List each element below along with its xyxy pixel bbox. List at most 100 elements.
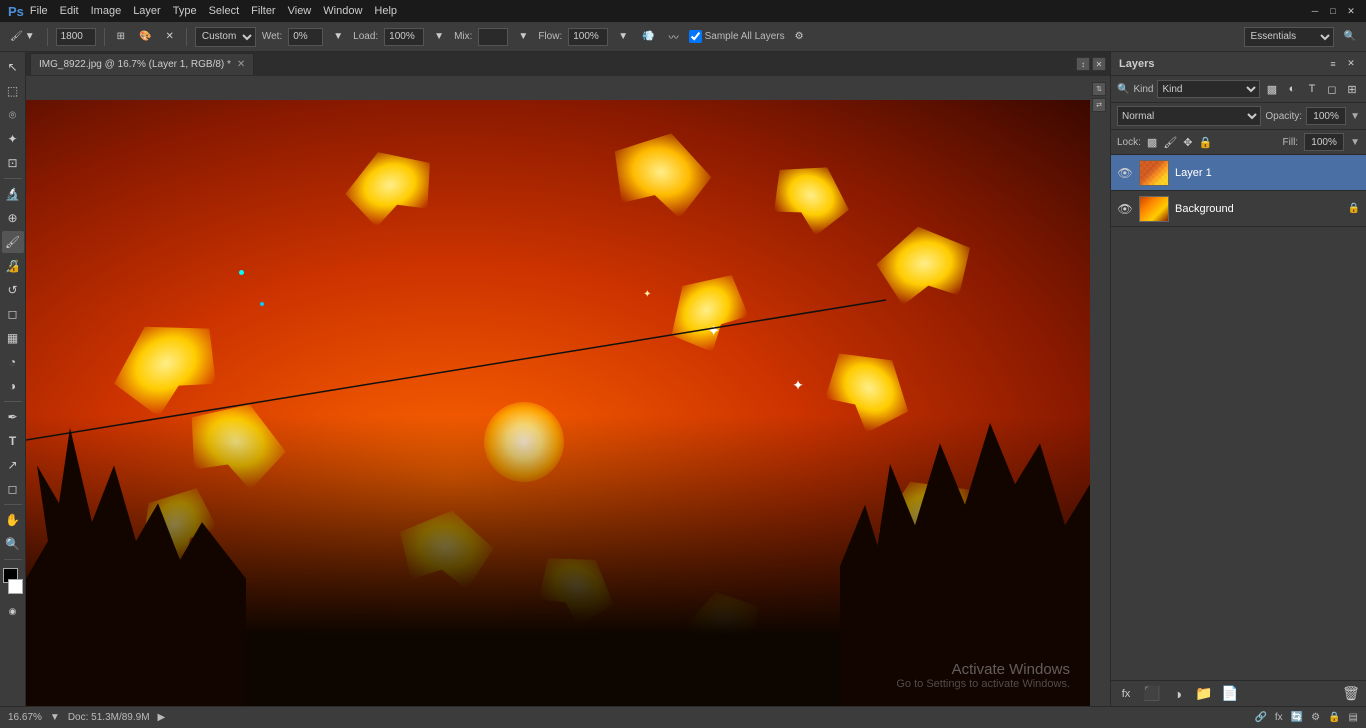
document-tab[interactable]: IMG_8922.jpg @ 16.7% (Layer 1, RGB/8) * … — [30, 53, 254, 75]
layers-panel-title: Layers — [1119, 58, 1154, 70]
new-layer-button[interactable]: 📄 — [1221, 685, 1239, 702]
clone-stamp-tool[interactable]: 🔏 — [2, 255, 24, 277]
history-brush-tool[interactable]: ↺ — [2, 279, 24, 301]
status-icon2[interactable]: fx — [1275, 712, 1283, 723]
sample-all-label[interactable]: Sample All Layers — [689, 30, 785, 43]
tool-preset-picker[interactable]: 🖌 ▼ — [6, 29, 39, 44]
shape-tool[interactable]: ◻ — [2, 478, 24, 500]
opacity-dropdown[interactable]: ▼ — [1350, 111, 1360, 122]
workspace-select[interactable]: Essentials — [1244, 27, 1334, 47]
fill-input[interactable] — [1304, 133, 1344, 151]
hand-tool[interactable]: ✋ — [2, 509, 24, 531]
arrange-btn2[interactable]: ⇄ — [1092, 98, 1106, 112]
brush-settings-btn[interactable]: ⚙ — [791, 29, 808, 44]
layers-collapse-btn[interactable]: ≡ — [1326, 57, 1340, 71]
pen-tool[interactable]: ✒ — [2, 406, 24, 428]
layer-item-background[interactable]: 👁 Background 🔒 — [1111, 191, 1366, 227]
fx-button[interactable]: fx — [1117, 688, 1135, 700]
flow-dropdown[interactable]: ▼ — [614, 29, 632, 44]
menu-type[interactable]: Type — [173, 5, 197, 17]
wet-dropdown[interactable]: ▼ — [329, 29, 347, 44]
brush-tool[interactable]: 🖌 — [2, 231, 24, 253]
sample-all-checkbox[interactable] — [689, 30, 702, 43]
opacity-input[interactable] — [1306, 107, 1346, 125]
blur-tool[interactable]: ◔ — [2, 351, 24, 373]
shape-filter-btn[interactable]: ◻ — [1324, 81, 1340, 97]
fill-dropdown[interactable]: ▼ — [1350, 137, 1360, 148]
adjustment-layer-button[interactable]: ◑ — [1169, 686, 1187, 702]
gradient-tool[interactable]: ▦ — [2, 327, 24, 349]
status-icon4[interactable]: ⚙ — [1311, 712, 1320, 723]
blend-mode-select[interactable]: Normal — [1117, 106, 1261, 126]
brush-options-btn[interactable]: ⊞ — [113, 29, 129, 44]
zoom-dropdown[interactable]: ▼ — [50, 712, 60, 723]
lock-position-btn[interactable]: ✥ — [1183, 136, 1192, 149]
wet-input[interactable] — [288, 28, 323, 46]
layers-close-btn[interactable]: ✕ — [1344, 57, 1358, 71]
brush-size-input[interactable] — [56, 28, 96, 46]
smooth-btn[interactable]: 〰 — [665, 27, 683, 46]
adjust-filter-btn[interactable]: ◐ — [1284, 81, 1300, 97]
filter-icon: 🔍 — [1117, 84, 1129, 95]
menu-layer[interactable]: Layer — [133, 5, 161, 17]
eraser-tool[interactable]: ◻ — [2, 303, 24, 325]
menu-image[interactable]: Image — [91, 5, 122, 17]
menu-window[interactable]: Window — [323, 5, 362, 17]
pixel-filter-btn[interactable]: ▩ — [1264, 81, 1280, 97]
status-icon6[interactable]: ▤ — [1349, 712, 1358, 723]
lasso-tool[interactable]: ⌾ — [2, 104, 24, 126]
status-arrow[interactable]: ▶ — [158, 712, 166, 723]
close-button[interactable]: ✕ — [1344, 4, 1358, 18]
status-icon1[interactable]: 🔗 — [1254, 712, 1266, 723]
airbrush-btn[interactable]: 💨 — [638, 29, 658, 44]
load-input[interactable] — [384, 28, 424, 46]
menu-select[interactable]: Select — [209, 5, 240, 17]
type-filter-btn[interactable]: T — [1304, 81, 1320, 97]
arrange-btn1[interactable]: ⇅ — [1092, 82, 1106, 96]
minimize-button[interactable]: ─ — [1308, 4, 1322, 18]
lock-all-btn[interactable]: 🔒 — [1199, 136, 1213, 149]
delete-layer-button[interactable]: 🗑 — [1342, 685, 1360, 702]
status-icon5[interactable]: 🔒 — [1328, 712, 1340, 723]
lock-transparent-btn[interactable]: ▩ — [1147, 136, 1157, 149]
add-mask-button[interactable]: ⬛ — [1143, 685, 1161, 702]
close-panel-button[interactable]: ✕ — [1092, 57, 1106, 71]
menu-view[interactable]: View — [288, 5, 312, 17]
color-swatches[interactable] — [2, 568, 24, 594]
layer-item-layer1[interactable]: 👁 Layer 1 — [1111, 155, 1366, 191]
quick-select-tool[interactable]: ✦ — [2, 128, 24, 150]
kind-dropdown[interactable]: Kind — [1157, 80, 1260, 98]
type-tool[interactable]: T — [2, 430, 24, 452]
menu-edit[interactable]: Edit — [60, 5, 79, 17]
brush-cancel-btn[interactable]: ✕ — [161, 29, 177, 44]
mix-input[interactable] — [478, 28, 508, 46]
maximize-button[interactable]: □ — [1326, 4, 1340, 18]
move-tool[interactable]: ↖ — [2, 56, 24, 78]
load-dropdown[interactable]: ▼ — [430, 29, 448, 44]
dodge-tool[interactable]: ◑ — [2, 375, 24, 397]
menu-file[interactable]: File — [30, 5, 48, 17]
mix-dropdown[interactable]: ▼ — [514, 29, 532, 44]
background-visibility-btn[interactable]: 👁 — [1117, 202, 1133, 216]
lock-image-btn[interactable]: 🖌 — [1163, 136, 1177, 149]
tab-close-button[interactable]: ✕ — [237, 59, 245, 70]
new-group-button[interactable]: 📁 — [1195, 685, 1213, 702]
collapse-button[interactable]: ↕ — [1076, 57, 1090, 71]
eyedropper-tool[interactable]: 🔬 — [2, 183, 24, 205]
quick-mask-btn[interactable]: ◉ — [2, 600, 24, 622]
workspace-search[interactable]: 🔍 — [1340, 29, 1360, 44]
healing-tool[interactable]: ⊕ — [2, 207, 24, 229]
status-icon3[interactable]: 🔄 — [1291, 712, 1303, 723]
marquee-tool[interactable]: ⬚ — [2, 80, 24, 102]
crop-tool[interactable]: ⊡ — [2, 152, 24, 174]
mode-select[interactable]: Custom Normal Multiply — [195, 27, 256, 47]
menu-help[interactable]: Help — [374, 5, 397, 17]
flow-input[interactable] — [568, 28, 608, 46]
path-select-tool[interactable]: ↗ — [2, 454, 24, 476]
zoom-tool[interactable]: 🔍 — [2, 533, 24, 555]
brush-mode-btn[interactable]: 🎨 — [135, 29, 155, 44]
layer1-visibility-btn[interactable]: 👁 — [1117, 166, 1133, 180]
background-color[interactable] — [8, 579, 23, 594]
menu-filter[interactable]: Filter — [251, 5, 275, 17]
smart-filter-btn[interactable]: ⊞ — [1344, 81, 1360, 97]
